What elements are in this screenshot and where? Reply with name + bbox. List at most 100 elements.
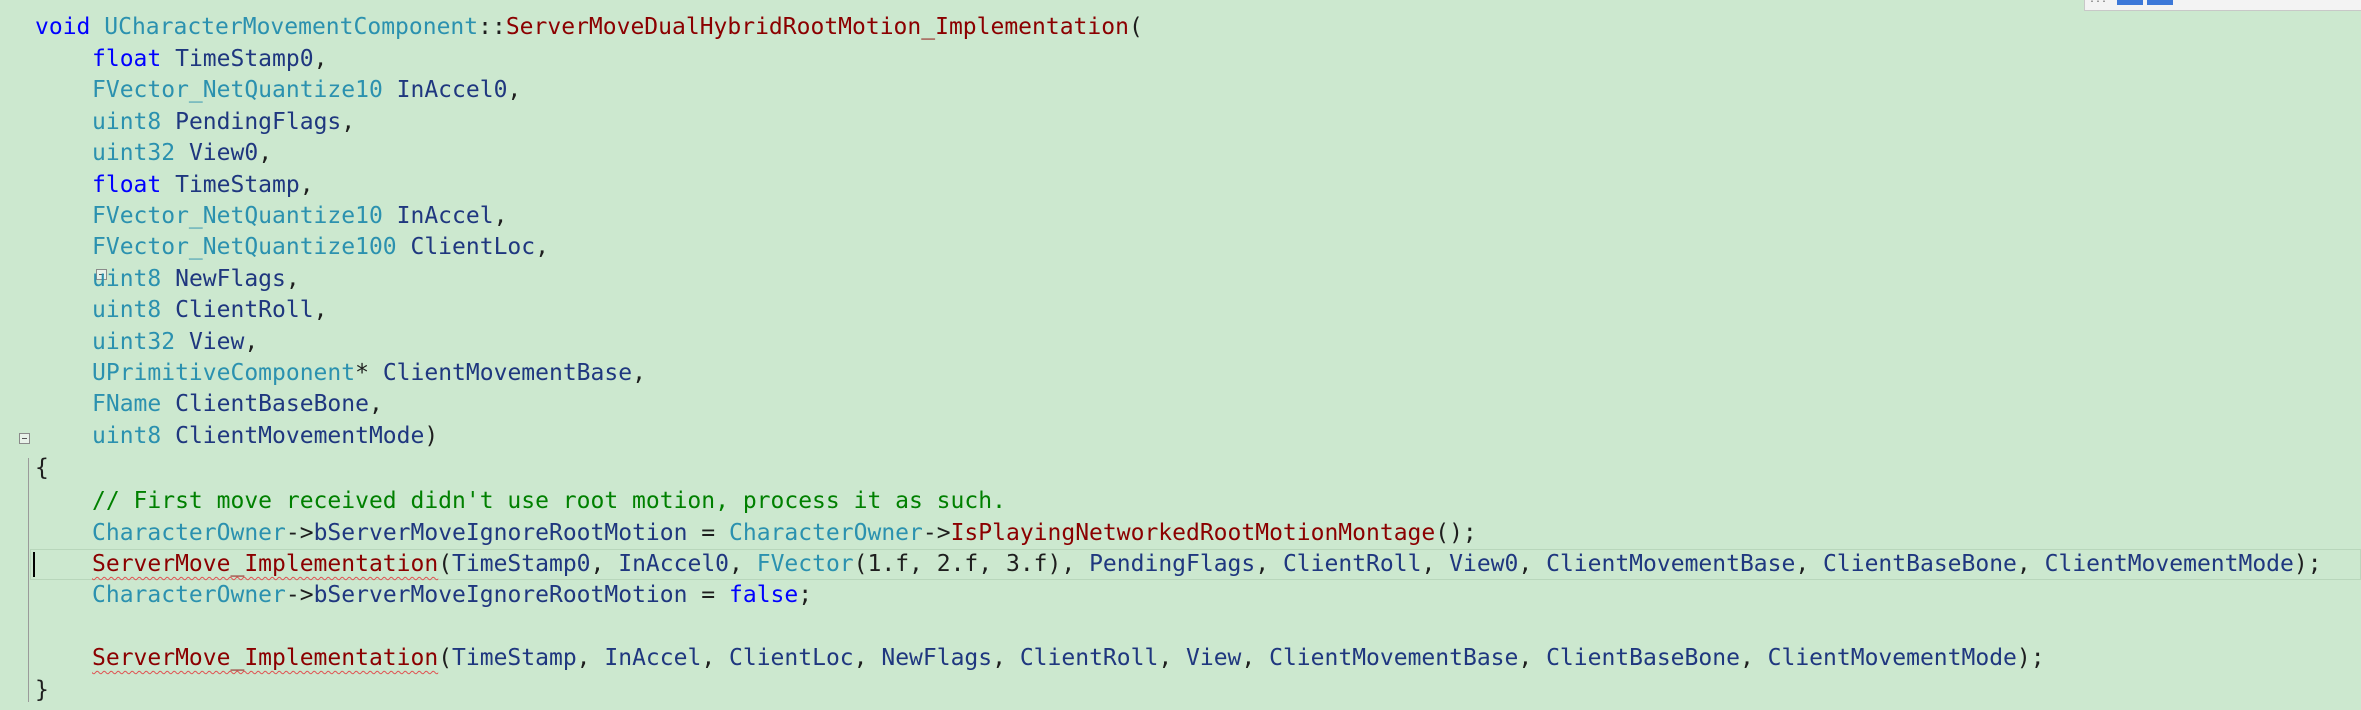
statement-end: ); <box>2293 551 2322 577</box>
param-separator: , <box>285 265 300 292</box>
param-name: InAccel0 <box>382 77 508 104</box>
separator: , <box>701 645 730 671</box>
marker-button-1[interactable] <box>2117 0 2143 5</box>
arg: InAccel0 <box>618 551 730 577</box>
scope-operator: :: <box>478 14 506 40</box>
param-separator: , <box>313 46 328 72</box>
param-line[interactable]: FVector_NetQuantize10 InAccel0, <box>92 75 521 106</box>
param-line[interactable]: FVector_NetQuantize100 ClientLoc, <box>92 232 549 263</box>
function-name: ServerMoveDualHybridRootMotion_Implement… <box>505 14 1129 40</box>
param-separator: , <box>244 328 259 355</box>
separator: , <box>1739 645 1768 671</box>
param-type: uint8 <box>92 297 162 324</box>
arg: TimeStamp0 <box>452 551 591 577</box>
class-name: UCharacterMovementComponent <box>104 14 479 40</box>
param-separator: , <box>632 360 646 386</box>
param-name: ClientMovementBase <box>368 360 633 386</box>
param-separator: , <box>493 203 508 229</box>
arg: ClientRoll <box>1019 645 1159 671</box>
open-brace-line[interactable]: { <box>35 453 49 484</box>
member-ignore-root-motion: bServerMoveIgnoreRootMotion <box>313 520 688 546</box>
separator: , <box>1241 645 1270 671</box>
param-line[interactable]: uint8 ClientMovementMode) <box>92 421 438 452</box>
arrow-operator: -> <box>285 582 314 608</box>
separator: , <box>1518 645 1547 671</box>
outlining-guide <box>28 458 29 702</box>
param-name: TimeStamp <box>161 171 300 198</box>
param-name: View <box>175 328 245 355</box>
param-line[interactable]: uint8 PendingFlags, <box>92 107 355 138</box>
param-type: FVector_NetQuantize10 <box>92 77 383 104</box>
param-name: TimeStamp0 <box>161 46 314 72</box>
arg: ClientMovementMode <box>2044 551 2294 577</box>
open-paren: ( <box>438 645 453 671</box>
character-owner: CharacterOwner <box>92 582 286 608</box>
param-name: ClientBaseBone <box>161 391 369 418</box>
call-is-playing-montage: IsPlayingNetworkedRootMotionMontage <box>950 520 1436 546</box>
code-line-ignore-set[interactable]: CharacterOwner->bServerMoveIgnoreRootMot… <box>92 518 1477 549</box>
param-line[interactable]: uint32 View, <box>92 327 258 358</box>
code-line-comment[interactable]: // First move received didn't use root m… <box>92 486 1006 517</box>
param-line[interactable]: UPrimitiveComponent* ClientMovementBase, <box>92 358 646 389</box>
param-type: float <box>92 46 162 72</box>
arg: NewFlags <box>881 645 993 671</box>
param-line[interactable]: float TimeStamp, <box>92 170 314 201</box>
collapse-toggle-icon[interactable] <box>19 433 30 444</box>
param-separator: , <box>341 108 356 135</box>
member-ignore-root-motion: bServerMoveIgnoreRootMotion <box>313 582 688 608</box>
assign-operator: = <box>687 520 729 546</box>
param-line[interactable]: float TimeStamp0, <box>92 44 327 75</box>
separator: , <box>1795 551 1824 577</box>
fvector-args: (1.f, 2.f, 3.f) <box>853 551 1062 577</box>
param-name: ClientLoc <box>396 234 536 261</box>
param-type: uint8 <box>92 422 162 449</box>
text-caret <box>33 552 35 577</box>
separator: , <box>1255 551 1283 577</box>
code-line-reset[interactable]: CharacterOwner->bServerMoveIgnoreRootMot… <box>92 580 812 611</box>
param-separator: , <box>258 140 273 167</box>
param-type: float <box>92 171 162 198</box>
marker-button-2[interactable] <box>2147 0 2173 5</box>
arg: ClientRoll <box>1282 551 1422 577</box>
open-brace: { <box>35 455 49 481</box>
character-owner: CharacterOwner <box>729 520 923 546</box>
arg: ClientLoc <box>729 645 854 671</box>
separator: , <box>1061 551 1090 577</box>
arg: PendingFlags <box>1089 551 1256 577</box>
corner-overflow-indicator: ... <box>2089 0 2107 5</box>
code-editor[interactable]: ... void UCharacterMovementComponent::Se… <box>0 0 2361 710</box>
arg: View0 <box>1449 551 1519 577</box>
separator: , <box>853 645 882 671</box>
param-type: uint32 <box>92 328 176 355</box>
separator: , <box>992 645 1020 671</box>
arg: ClientMovementBase <box>1546 551 1796 577</box>
param-line[interactable]: uint8 ClientRoll, <box>92 295 327 326</box>
code-line-second-call[interactable]: ServerMove_Implementation(TimeStamp, InA… <box>92 643 2045 674</box>
scrollbar-marker-area: ... <box>2084 0 2361 11</box>
param-separator: ) <box>424 422 439 449</box>
param-name: ClientRoll <box>161 297 314 324</box>
param-type: FVector_NetQuantize10 <box>92 203 383 229</box>
param-line[interactable]: uint8 NewFlags, <box>92 264 300 295</box>
close-brace-line[interactable]: } <box>35 675 49 706</box>
arg: TimeStamp <box>452 645 577 671</box>
keyword-false: false <box>729 582 799 608</box>
comment-text: // First move received didn't use root m… <box>92 488 1006 514</box>
param-name: View0 <box>175 140 259 167</box>
param-separator: , <box>299 171 314 198</box>
param-separator: , <box>368 391 383 418</box>
arg: ClientBaseBone <box>1546 645 1740 671</box>
param-separator: , <box>507 77 522 104</box>
code-line-first-call[interactable]: ServerMove_Implementation(TimeStamp0, In… <box>92 549 2322 580</box>
param-type: UPrimitiveComponent <box>92 360 356 386</box>
param-type: uint8 <box>92 265 162 292</box>
statement-end: ); <box>2016 645 2045 671</box>
close-brace: } <box>35 677 49 703</box>
arg: View <box>1186 645 1242 671</box>
code-line-signature[interactable]: void UCharacterMovementComponent::Server… <box>35 12 1143 43</box>
param-line[interactable]: uint32 View0, <box>92 138 272 169</box>
param-line[interactable]: FName ClientBaseBone, <box>92 389 383 420</box>
param-name: ClientMovementMode <box>161 422 425 449</box>
fvector-type: FVector <box>756 551 854 577</box>
param-line[interactable]: FVector_NetQuantize10 InAccel, <box>92 201 507 232</box>
